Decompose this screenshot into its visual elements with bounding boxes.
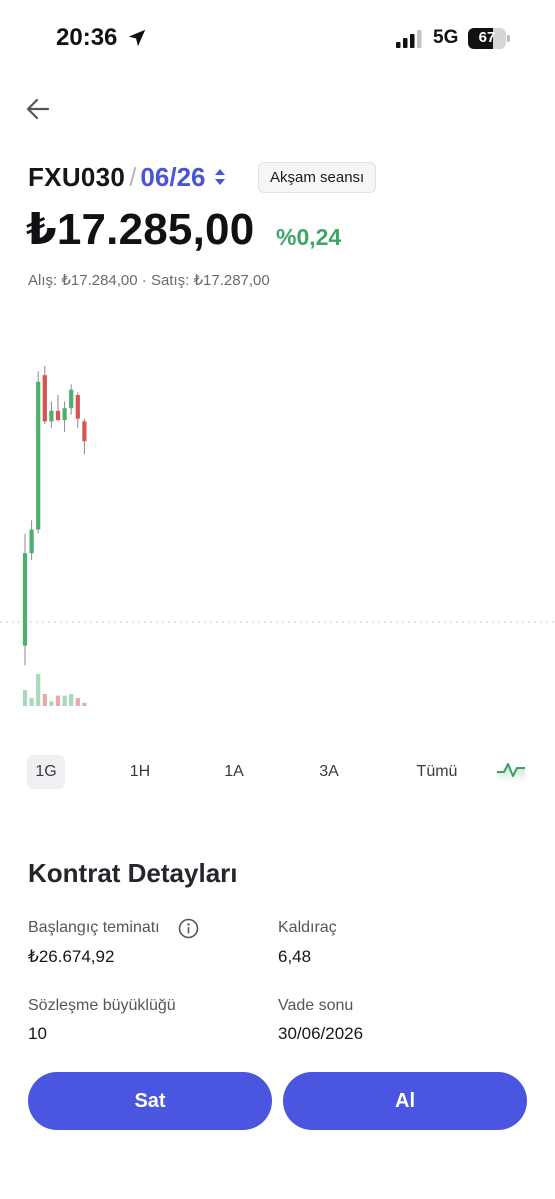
contract-month-selector[interactable]: 06/26 (140, 162, 205, 193)
candle-body (22, 553, 28, 646)
volume-bar (62, 695, 67, 706)
back-arrow-icon[interactable] (22, 94, 54, 124)
candle-body (75, 394, 80, 419)
expiry-label: Vade sonu (278, 997, 354, 1014)
volume-bar (69, 694, 74, 706)
separator: / (129, 161, 137, 192)
battery-level: 67 (478, 29, 496, 46)
contract-size-value: 10 (28, 1024, 47, 1043)
initial-margin-label: Başlangıç teminatı (28, 919, 160, 936)
volume-bar (49, 701, 54, 706)
bid-ask-text: Alış: ₺17.284,00 · Satış: ₺17.287,00 (28, 272, 270, 289)
volume-bar (22, 690, 28, 706)
tab-1g[interactable]: 1G (27, 755, 65, 789)
info-icon[interactable] (178, 918, 199, 939)
status-time: 20:36 (56, 24, 118, 51)
candle-body (36, 381, 41, 530)
sort-arrows-icon[interactable] (214, 168, 226, 186)
candle-body (62, 408, 67, 421)
instrument-header: FXU030 / 06/26 (28, 160, 226, 194)
volume-bar (75, 698, 80, 706)
expiry-value: 30/06/2026 (278, 1024, 364, 1043)
battery-icon: 67 (468, 28, 512, 49)
contract-size-label: Sözleşme büyüklüğü (28, 997, 176, 1014)
buy-button[interactable]: Al (283, 1072, 527, 1130)
price-chart[interactable] (0, 300, 555, 720)
leverage-label: Kaldıraç (278, 919, 337, 936)
cellular-signal-icon (396, 30, 422, 48)
candle-body (42, 375, 47, 422)
candle-body (29, 529, 34, 554)
volume-bar (42, 694, 47, 706)
tab-3a[interactable]: 3A (309, 755, 349, 789)
price-change-percent: %0,24 (276, 224, 342, 250)
volume-bar (82, 702, 87, 706)
sell-button[interactable]: Sat (28, 1072, 272, 1130)
network-label: 5G (433, 27, 459, 48)
location-arrow-icon (128, 29, 146, 47)
tab-1h[interactable]: 1H (120, 755, 160, 789)
candle-body (49, 410, 54, 422)
candlestick-chart (0, 365, 555, 706)
leverage-value: 6,48 (278, 947, 312, 966)
initial-margin-value: ₺26.674,92 (28, 947, 115, 966)
line-chart-icon[interactable] (495, 756, 527, 786)
volume-bar (29, 698, 34, 706)
volume-bar (36, 674, 41, 706)
candle-body (69, 389, 74, 409)
volume-bar (55, 695, 61, 706)
candle-body (82, 421, 87, 442)
tab-all[interactable]: Tümü (408, 755, 466, 789)
session-badge: Akşam seansı (258, 162, 377, 193)
range-tabs: 1G 1H 1A 3A Tümü (0, 755, 555, 791)
status-bar: 20:36 5G 67 (0, 0, 555, 78)
tab-1a[interactable]: 1A (214, 755, 254, 789)
instrument-symbol: FXU030 (28, 161, 126, 192)
last-price: ₺17.285,00 (26, 205, 255, 254)
contract-details-title: Kontrat Detayları (28, 858, 238, 888)
candle-body (55, 410, 61, 421)
